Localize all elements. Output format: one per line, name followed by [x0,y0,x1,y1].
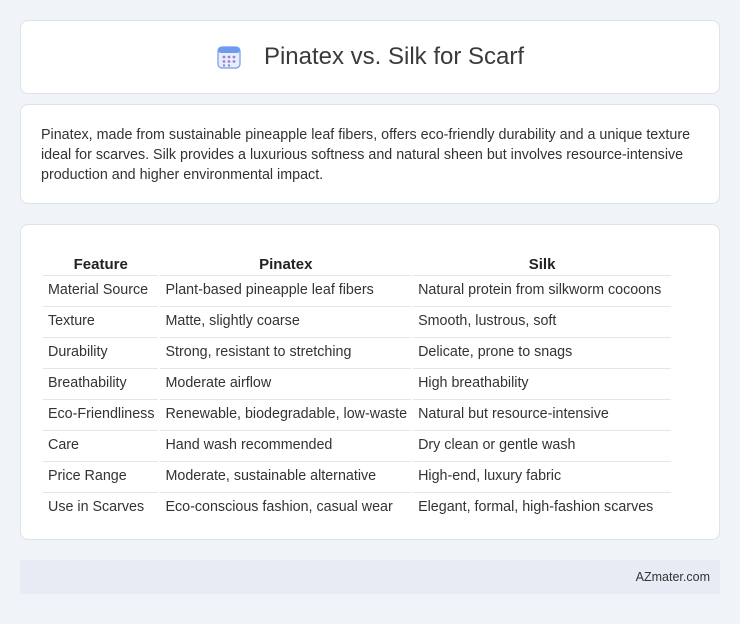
column-header-feature: Feature [73,256,128,273]
row-silk-cell: High-end, luxury fabric [413,461,672,490]
row-silk-cell: Natural protein from silkworm cocoons [413,275,672,304]
row-pinatex-cell: Eco-conscious fashion, casual wear [160,492,412,521]
intro-card: Pinatex, made from sustainable pineapple… [20,104,720,204]
table-row: Durability Strong, resistant to stretchi… [43,337,672,366]
row-silk-cell: Smooth, lustrous, soft [413,306,672,335]
row-feature-cell: Texture [43,306,159,335]
row-pinatex-cell: Hand wash recommended [160,430,412,459]
row-feature-cell: Price Range [43,461,159,490]
row-pinatex-cell: Renewable, biodegradable, low-waste [160,399,412,428]
title-card: Pinatex vs. Silk for Scarf [20,20,720,94]
row-silk-cell: Natural but resource-intensive [413,399,672,428]
row-feature-cell: Durability [43,337,159,366]
calendar-icon [217,46,241,69]
table-row: Breathability Moderate airflow High brea… [43,368,672,397]
table-row: Price Range Moderate, sustainable altern… [43,461,672,490]
intro-paragraph: Pinatex, made from sustainable pineapple… [41,127,691,183]
comparison-table: Feature Pinatex Silk Material Source Pla… [41,245,673,523]
footer-bar: AZmater.com [20,560,720,594]
footer-site-link[interactable]: AZmater.com [636,570,710,584]
comparison-card: Feature Pinatex Silk Material Source Pla… [20,224,720,540]
row-silk-cell: Delicate, prone to snags [413,337,672,366]
table-row: Material Source Plant-based pineapple le… [43,275,672,304]
row-silk-cell: High breathability [413,368,672,397]
column-header-pinatex: Pinatex [259,256,313,273]
table-row: Use in Scarves Eco-conscious fashion, ca… [43,492,672,521]
row-pinatex-cell: Matte, slightly coarse [160,306,412,335]
row-pinatex-cell: Strong, resistant to stretching [160,337,412,366]
row-feature-cell: Eco-Friendliness [43,399,159,428]
row-feature-cell: Care [43,430,159,459]
row-pinatex-cell: Plant-based pineapple leaf fibers [160,275,412,304]
row-silk-cell: Dry clean or gentle wash [413,430,672,459]
table-header-row: Feature Pinatex Silk [43,247,671,273]
row-silk-cell: Elegant, formal, high-fashion scarves [413,492,672,521]
row-feature-cell: Use in Scarves [43,492,159,521]
table-row: Eco-Friendliness Renewable, biodegradabl… [43,399,672,428]
table-row: Care Hand wash recommended Dry clean or … [43,430,672,459]
row-pinatex-cell: Moderate airflow [160,368,412,397]
row-pinatex-cell: Moderate, sustainable alternative [160,461,412,490]
row-feature-cell: Breathability [43,368,159,397]
page-title: Pinatex vs. Silk for Scarf [263,43,525,70]
row-feature-cell: Material Source [43,275,159,304]
table-row: Texture Matte, slightly coarse Smooth, l… [43,306,672,335]
column-header-silk: Silk [528,256,556,273]
